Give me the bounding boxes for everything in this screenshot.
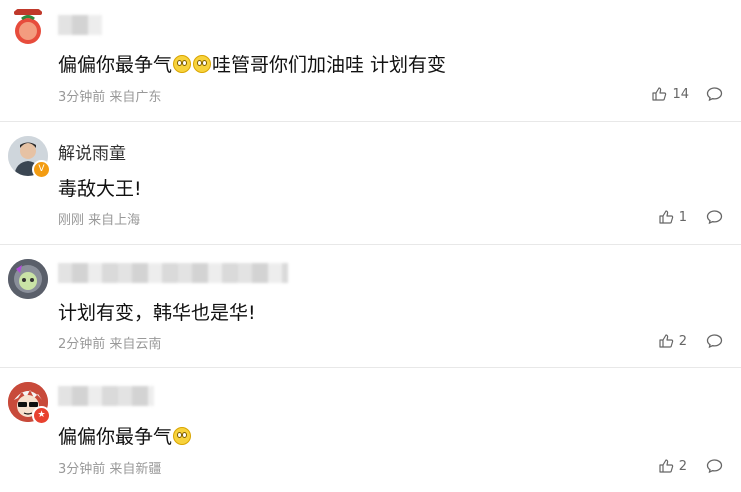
comment-item: 计划有变，韩华也是华! 2分钟前 来自云南 2 bbox=[0, 244, 741, 367]
comment-time: 2分钟前 bbox=[58, 337, 106, 352]
member-badge-icon: ★ bbox=[32, 406, 51, 425]
comment-time: 3分钟前 bbox=[58, 462, 106, 477]
like-count: 14 bbox=[672, 86, 689, 102]
like-button[interactable]: 1 bbox=[658, 209, 687, 225]
shocked-face-emoji bbox=[173, 427, 192, 445]
reply-button[interactable] bbox=[706, 458, 723, 474]
comment-bubble-icon bbox=[706, 459, 723, 474]
comment-time: 刚刚 bbox=[58, 213, 85, 228]
comment-text: 毒敌大王! bbox=[58, 178, 142, 200]
comment-text: 偏偏你最争气 bbox=[58, 422, 192, 449]
comment-item: V 解说雨童 毒敌大王! 刚刚 来自上海 1 bbox=[0, 121, 741, 244]
like-count: 2 bbox=[678, 458, 687, 474]
reply-button[interactable] bbox=[706, 333, 723, 349]
comment-location: 来自上海 bbox=[88, 213, 141, 228]
like-button[interactable]: 14 bbox=[651, 86, 689, 102]
cartoon-avatar-icon bbox=[8, 259, 48, 299]
reply-button[interactable] bbox=[706, 86, 723, 102]
comment-meta: 3分钟前 来自广东 bbox=[58, 86, 161, 105]
blurred-username[interactable] bbox=[58, 263, 288, 283]
thumbs-up-icon bbox=[652, 87, 667, 101]
like-button[interactable]: 2 bbox=[658, 458, 687, 474]
comment-bubble-icon bbox=[706, 334, 723, 349]
avatar[interactable] bbox=[8, 6, 48, 46]
comment-location: 来自新疆 bbox=[109, 462, 162, 477]
comment-bubble-icon bbox=[706, 210, 723, 225]
blurred-username[interactable] bbox=[58, 15, 102, 35]
comment-time: 3分钟前 bbox=[58, 90, 106, 105]
comment-item: ★ 偏偏你最争气 3分钟前 来自新疆 2 bbox=[0, 367, 741, 492]
comment-text: 偏偏你最争气 哇管哥你们加油哇 计划有变 bbox=[58, 54, 447, 76]
comment-bubble-icon bbox=[706, 87, 723, 102]
comment-item: 偏偏你最争气 哇管哥你们加油哇 计划有变 3分钟前 来自广东 14 bbox=[0, 0, 741, 121]
verified-badge-icon: V bbox=[32, 160, 51, 179]
like-count: 1 bbox=[678, 209, 687, 225]
comment-location: 来自云南 bbox=[109, 337, 162, 352]
avatar[interactable]: V bbox=[8, 136, 51, 179]
comment-meta: 2分钟前 来自云南 bbox=[58, 333, 161, 352]
comment-meta: 刚刚 来自上海 bbox=[58, 209, 140, 228]
comment-location: 来自广东 bbox=[109, 90, 162, 105]
avatar[interactable] bbox=[8, 259, 48, 299]
thumbs-up-icon bbox=[659, 334, 673, 348]
sad-face-emoji bbox=[173, 55, 192, 73]
comment-text: 计划有变，韩华也是华! bbox=[58, 302, 256, 324]
reply-button[interactable] bbox=[706, 209, 723, 225]
blurred-username[interactable] bbox=[58, 386, 154, 406]
thumbs-up-icon bbox=[659, 210, 673, 224]
thumbs-up-icon bbox=[659, 459, 673, 473]
username[interactable]: 解说雨童 bbox=[58, 139, 126, 164]
like-count: 2 bbox=[678, 333, 687, 349]
avatar[interactable]: ★ bbox=[8, 382, 51, 425]
tomato-avatar-icon bbox=[14, 9, 42, 44]
comment-meta: 3分钟前 来自新疆 bbox=[58, 458, 161, 477]
sad-face-emoji bbox=[193, 55, 212, 73]
like-button[interactable]: 2 bbox=[658, 333, 687, 349]
